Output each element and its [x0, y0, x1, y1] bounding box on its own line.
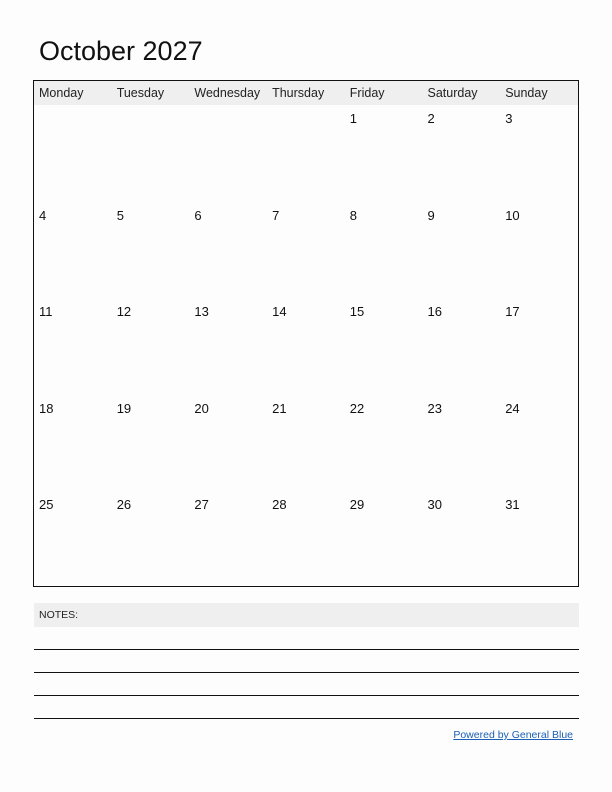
day-number: 25: [39, 497, 54, 512]
calendar-grid: Monday Tuesday Wednesday Thursday Friday Satu…: [33, 80, 579, 587]
day-cell[interactable]: 30: [423, 495, 500, 591]
notes-header: NOTES:: [34, 603, 579, 627]
day-cell[interactable]: 20: [189, 399, 266, 495]
day-cell[interactable]: 15: [345, 302, 422, 398]
day-cell[interactable]: 21: [267, 399, 344, 495]
day-cell[interactable]: 18: [34, 399, 111, 495]
page-title: October 2027: [39, 36, 203, 66]
notes-label: NOTES:: [39, 609, 79, 621]
day-cell[interactable]: 14: [267, 302, 344, 398]
day-cell[interactable]: 31: [500, 495, 577, 591]
day-number: 16: [427, 304, 442, 319]
day-cell[interactable]: 13: [189, 302, 266, 398]
weekday-label-friday: Friday: [349, 86, 385, 100]
day-cell[interactable]: 16: [423, 302, 500, 398]
day-number: 24: [505, 400, 520, 416]
day-cell[interactable]: 6: [189, 206, 266, 302]
day-cell[interactable]: 11: [34, 302, 111, 398]
empty-day-cell: [34, 109, 111, 205]
day-cell[interactable]: 12: [112, 302, 189, 398]
day-cell[interactable]: 26: [112, 495, 189, 591]
day-number: 21: [272, 400, 287, 416]
day-number: 19: [116, 400, 132, 416]
weekday-label-saturday: Saturday: [427, 86, 478, 100]
day-cell[interactable]: 5: [112, 206, 189, 302]
day-number: 15: [349, 304, 365, 319]
day-cell[interactable]: 23: [423, 399, 500, 495]
day-number: 11: [39, 304, 53, 319]
note-line[interactable]: [34, 672, 579, 673]
day-cell[interactable]: 25: [34, 495, 111, 591]
powered-by-link[interactable]: Powered by General Blue: [453, 729, 573, 741]
day-number: 20: [194, 400, 209, 416]
weekday-header-row: Monday Tuesday Wednesday Thursday Friday Satu…: [34, 81, 578, 105]
day-number: 6: [194, 207, 202, 223]
day-cell[interactable]: 24: [500, 399, 577, 495]
day-number: 1: [349, 111, 358, 126]
day-number: 23: [427, 400, 442, 416]
day-number: 2: [427, 111, 435, 126]
empty-day-cell: [189, 109, 266, 205]
day-cell[interactable]: 4: [34, 206, 111, 302]
empty-day-cell: [267, 109, 344, 205]
day-cell[interactable]: 22: [345, 399, 422, 495]
day-number: 5: [116, 207, 124, 223]
day-number: 10: [505, 207, 520, 223]
day-number: 12: [116, 304, 132, 319]
day-cell[interactable]: 29: [345, 495, 422, 591]
day-cell[interactable]: 19: [112, 399, 189, 495]
note-line[interactable]: [34, 718, 579, 719]
weekday-label-tuesday: Tuesday: [116, 86, 165, 100]
weekday-label-thursday: Thursday: [272, 86, 325, 100]
note-line[interactable]: [34, 649, 579, 650]
day-cell[interactable]: 1: [345, 109, 422, 205]
day-cell[interactable]: 9: [423, 206, 500, 302]
day-number: 3: [505, 111, 513, 126]
day-number: 28: [272, 497, 287, 512]
empty-day-cell: [112, 109, 189, 205]
day-number: 13: [194, 304, 209, 319]
day-number: 14: [272, 304, 287, 319]
weekday-label-sunday: Sunday: [505, 86, 548, 100]
day-cell[interactable]: 10: [500, 206, 577, 302]
day-number: 27: [194, 497, 209, 512]
day-cell[interactable]: 2: [423, 109, 500, 205]
day-number: 31: [505, 497, 520, 512]
weekday-label-monday: Monday: [39, 86, 84, 100]
day-number: 4: [39, 207, 47, 223]
day-number: 22: [349, 400, 365, 416]
day-cell[interactable]: 3: [500, 109, 577, 205]
day-number: 29: [349, 497, 365, 512]
day-number: 8: [349, 207, 358, 223]
day-cell[interactable]: 7: [267, 206, 344, 302]
day-cell[interactable]: 27: [189, 495, 266, 591]
day-cell[interactable]: 28: [267, 495, 344, 591]
day-cell[interactable]: 8: [345, 206, 422, 302]
day-number: 18: [39, 400, 54, 416]
day-number: 7: [272, 207, 280, 223]
day-number: 26: [116, 497, 132, 512]
day-cell[interactable]: 17: [500, 302, 577, 398]
weekday-label-wednesday: Wednesday: [194, 86, 261, 100]
note-line[interactable]: [34, 695, 579, 696]
day-number: 17: [505, 304, 520, 319]
day-number: 9: [427, 207, 435, 223]
day-number: 30: [427, 497, 442, 512]
